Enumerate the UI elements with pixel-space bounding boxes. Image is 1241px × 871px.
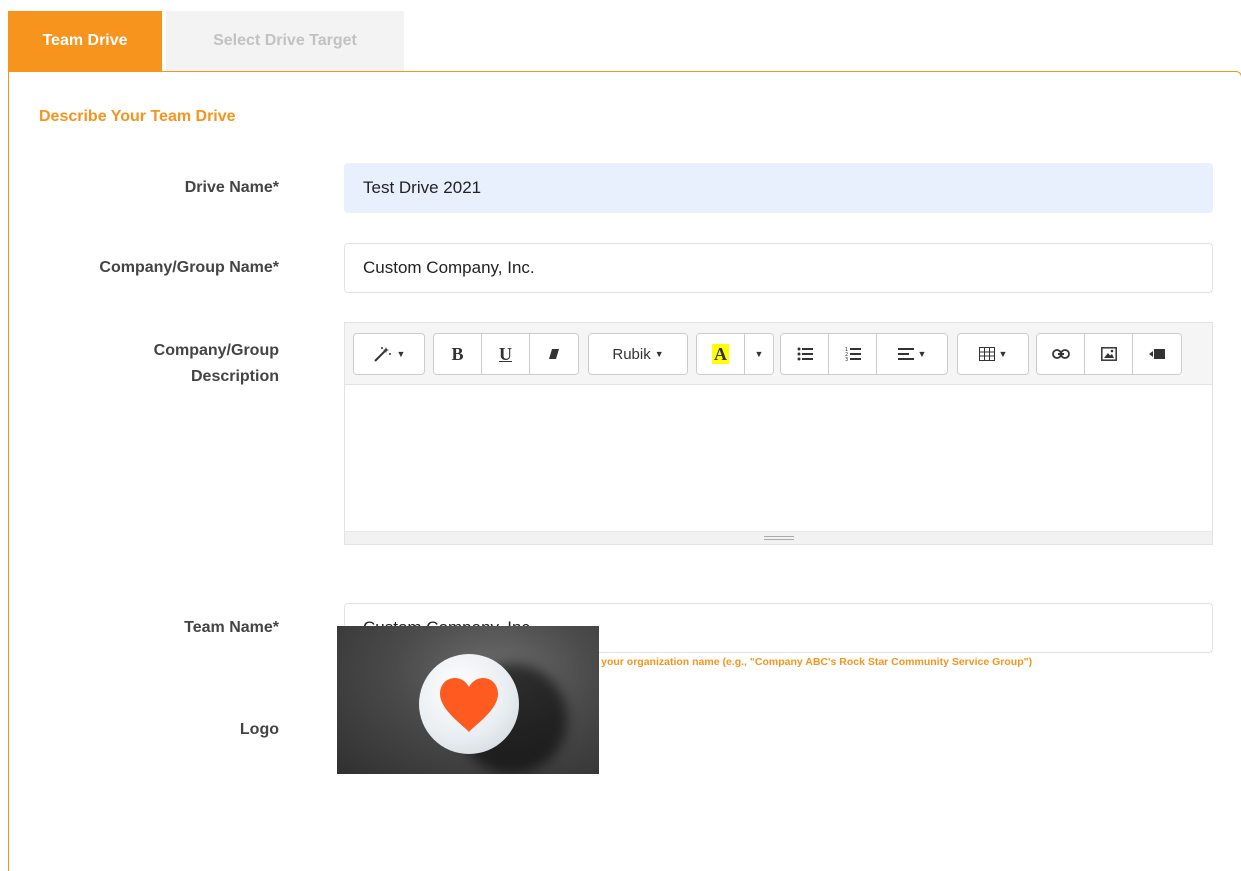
description-label-line1: Company/Group xyxy=(153,342,279,359)
style-group: ▼ xyxy=(353,333,425,375)
team-name-label: Team Name* xyxy=(184,619,279,636)
insert-group xyxy=(1036,333,1182,375)
tab-team-drive[interactable]: Team Drive xyxy=(8,11,162,71)
svg-text:3: 3 xyxy=(845,357,848,361)
description-label: Company/Group Description xyxy=(19,338,279,390)
description-editor: ▼ B U Rubik ▼ A ▼ 1 2 3 ▼ ▼ xyxy=(344,322,1213,545)
align-icon[interactable]: ▼ xyxy=(877,334,947,374)
magic-icon[interactable]: ▼ xyxy=(354,334,424,374)
heart-badge xyxy=(419,654,519,754)
logo-label: Logo xyxy=(239,721,279,738)
drive-name-label: Drive Name* xyxy=(184,179,279,196)
underline-icon[interactable]: U xyxy=(482,334,530,374)
company-name-label: Company/Group Name* xyxy=(99,259,279,276)
ordered-list-icon[interactable]: 123 xyxy=(829,334,877,374)
section-title: Describe Your Team Drive xyxy=(39,108,236,125)
logo-image[interactable] xyxy=(337,626,599,774)
unordered-list-icon[interactable] xyxy=(781,334,829,374)
bold-icon[interactable]: B xyxy=(434,334,482,374)
team-drive-panel: Describe Your Team Drive Drive Name* Com… xyxy=(8,71,1241,871)
format-group: B U xyxy=(433,333,579,375)
table-group: ▼ xyxy=(957,333,1029,375)
color-dropdown-icon[interactable]: ▼ xyxy=(745,334,773,374)
font-dropdown[interactable]: Rubik ▼ xyxy=(589,334,687,374)
highlight-icon[interactable]: A xyxy=(697,334,745,374)
video-icon[interactable] xyxy=(1133,334,1181,374)
description-textarea[interactable] xyxy=(345,385,1212,531)
color-group: A ▼ xyxy=(696,333,774,375)
drive-name-input[interactable] xyxy=(344,163,1213,213)
description-label-line2: Description xyxy=(190,368,279,385)
font-name: Rubik xyxy=(612,345,651,363)
table-icon[interactable]: ▼ xyxy=(958,334,1028,374)
paragraph-group: 123 ▼ xyxy=(780,333,948,375)
link-icon[interactable] xyxy=(1037,334,1085,374)
tab-select-drive-target[interactable]: Select Drive Target xyxy=(166,11,404,71)
heart-icon xyxy=(440,678,498,732)
font-group: Rubik ▼ xyxy=(588,333,688,375)
resize-handle[interactable] xyxy=(345,531,1212,544)
image-icon[interactable] xyxy=(1085,334,1133,374)
eraser-icon[interactable] xyxy=(530,334,578,374)
company-name-input[interactable] xyxy=(344,243,1213,293)
editor-toolbar: ▼ B U Rubik ▼ A ▼ 1 2 3 ▼ ▼ xyxy=(345,323,1212,385)
tab-bar: Team Drive Select Drive Target xyxy=(8,11,404,71)
